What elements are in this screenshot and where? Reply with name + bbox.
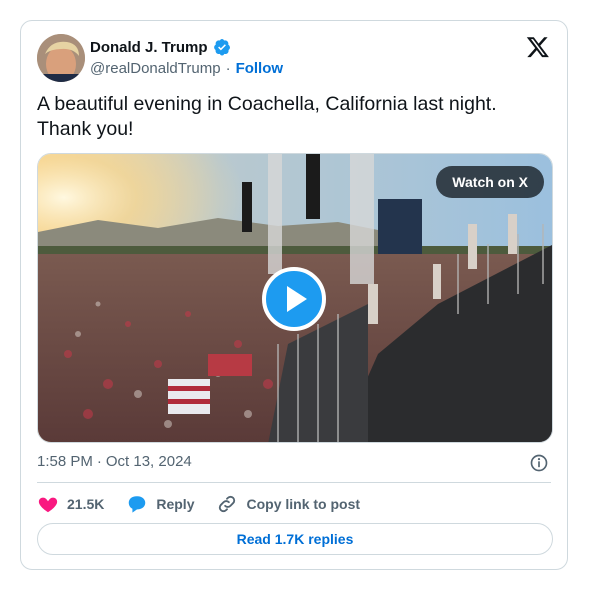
post-date: Oct 13, 2024 — [105, 453, 192, 470]
copy-link-label: Copy link to post — [246, 496, 361, 512]
read-replies-button[interactable]: Read 1.7K replies — [37, 523, 553, 555]
info-icon[interactable] — [529, 453, 549, 473]
watch-on-x-button[interactable]: Watch on X — [436, 166, 544, 198]
play-icon[interactable] — [262, 267, 326, 331]
post-time: 1:58 PM — [37, 453, 93, 470]
handle-separator: · — [225, 60, 231, 77]
embedded-post-card: Donald J. Trump @realDonaldTrump · Follo… — [20, 20, 568, 570]
post-timestamp[interactable]: 1:58 PM · Oct 13, 2024 — [37, 453, 192, 470]
reply-bubble-icon — [129, 496, 146, 513]
post-text: A beautiful evening in Coachella, Califo… — [37, 92, 547, 142]
verified-badge-icon — [213, 38, 230, 56]
like-button[interactable]: 21.5K — [37, 493, 104, 515]
like-count: 21.5K — [67, 496, 105, 512]
heart-icon — [38, 497, 58, 513]
video-media[interactable]: Watch on X — [37, 153, 553, 443]
author-name-row: Donald J. Trump — [90, 38, 231, 56]
author-handle[interactable]: @realDonaldTrump — [90, 60, 221, 77]
link-icon — [219, 495, 236, 513]
post-text-line: A beautiful evening in Coachella, Califo… — [37, 93, 497, 115]
reply-button[interactable]: Reply — [126, 493, 194, 515]
post-actions: 21.5K Reply Copy link to post — [37, 493, 382, 515]
follow-button[interactable]: Follow — [236, 60, 284, 77]
avatar[interactable] — [37, 34, 85, 82]
timestamp-separator: · — [96, 453, 102, 470]
divider — [37, 482, 551, 483]
copy-link-button[interactable]: Copy link to post — [216, 493, 360, 515]
x-logo-icon[interactable] — [526, 35, 550, 59]
author-display-name[interactable]: Donald J. Trump — [90, 39, 208, 56]
post-text-line: Thank you! — [37, 118, 134, 140]
reply-label: Reply — [156, 496, 195, 512]
author-handle-row: @realDonaldTrump · Follow — [90, 60, 283, 77]
